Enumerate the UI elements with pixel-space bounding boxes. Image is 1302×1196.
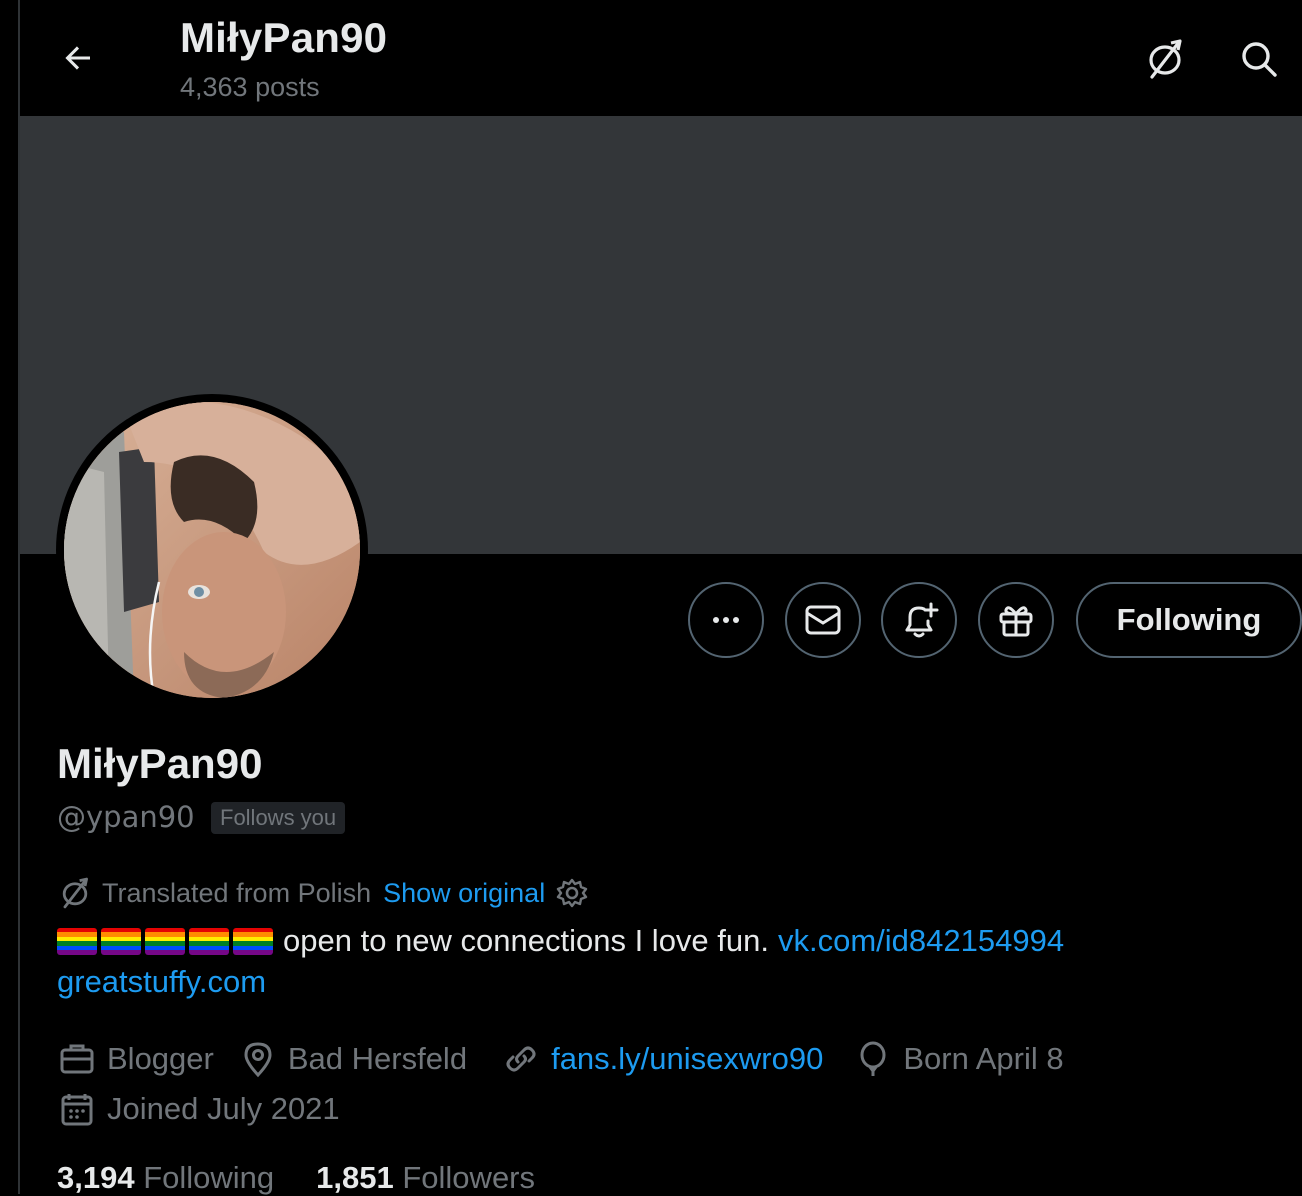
profile-page: MiłyPan90 4,363 posts Following MiłyPan9…	[20, 0, 1302, 1196]
translated-from-label: Translated from Polish	[102, 877, 372, 908]
bio: open to new connections I love fun. vk.c…	[57, 920, 1064, 962]
back-button[interactable]	[56, 36, 100, 80]
website-item: fans.ly/unisexwro90	[501, 1039, 823, 1079]
gear-icon	[557, 878, 588, 908]
bio-link-greatstuffy[interactable]: greatstuffy.com	[57, 964, 266, 999]
translation-settings-button[interactable]	[555, 876, 589, 910]
category-item: Blogger	[57, 1039, 214, 1079]
rainbow-flag-icon	[233, 927, 273, 955]
rainbow-flag-icon	[101, 927, 141, 955]
rainbow-flags	[57, 927, 273, 955]
calendar-icon	[57, 1089, 97, 1129]
message-icon	[805, 605, 841, 635]
following-stat[interactable]: 3,194 Following	[57, 1160, 274, 1196]
profile-meta: Blogger Bad Hersfeld fans.ly/unisexwro90	[57, 1036, 1088, 1082]
profile-header: MiłyPan90 4,363 posts	[20, 0, 1302, 116]
birthday-label: Born April 8	[903, 1041, 1064, 1076]
bio-text: open to new connections I love fun.	[283, 923, 769, 958]
bio-link-vk[interactable]: vk.com/id842154994	[778, 923, 1064, 959]
arrow-left-icon	[65, 46, 90, 70]
joined-row: Joined July 2021	[57, 1086, 364, 1132]
website-link[interactable]: fans.ly/unisexwro90	[551, 1041, 823, 1077]
joined-item: Joined July 2021	[57, 1089, 340, 1129]
translate-icon	[1149, 39, 1182, 79]
avatar-photo	[64, 402, 360, 698]
display-name: MiłyPan90	[57, 740, 263, 787]
translate-small-icon	[57, 875, 93, 911]
category-label: Blogger	[107, 1041, 214, 1076]
followers-label: Followers	[402, 1160, 536, 1195]
gift-icon	[999, 606, 1033, 637]
rainbow-flag-icon	[145, 927, 185, 955]
post-count: 4,363 posts	[180, 72, 320, 102]
link-icon	[501, 1039, 541, 1079]
location-item: Bad Hersfeld	[238, 1039, 467, 1079]
rainbow-flag-icon	[189, 927, 229, 955]
gift-button[interactable]	[978, 582, 1054, 658]
message-button[interactable]	[785, 582, 861, 658]
search-button[interactable]	[1234, 34, 1284, 84]
following-button[interactable]: Following	[1076, 582, 1302, 658]
show-original-link[interactable]: Show original	[383, 878, 545, 909]
bio-second-line: greatstuffy.com	[57, 964, 266, 1000]
avatar[interactable]	[64, 402, 360, 698]
notify-icon	[905, 602, 939, 638]
followers-count: 1,851	[316, 1160, 394, 1195]
user-handle: @ypan90	[57, 800, 195, 834]
header-title: MiłyPan90	[180, 14, 388, 61]
balloon-icon	[853, 1039, 893, 1079]
following-count: 3,194	[57, 1160, 135, 1195]
translation-note: Translated from Polish Show original	[57, 874, 589, 912]
briefcase-icon	[57, 1039, 97, 1079]
rainbow-flag-icon	[57, 927, 97, 955]
more-icon	[713, 617, 739, 623]
location-label: Bad Hersfeld	[287, 1041, 468, 1076]
birthday-item: Born April 8	[853, 1039, 1064, 1079]
search-icon	[1242, 42, 1277, 77]
following-label: Following	[143, 1160, 275, 1195]
location-pin-icon	[238, 1039, 278, 1079]
joined-label: Joined July 2021	[107, 1091, 340, 1126]
more-button[interactable]	[688, 582, 764, 658]
notify-button[interactable]	[881, 582, 957, 658]
avatar-frame	[56, 394, 368, 706]
translate-button[interactable]	[1140, 34, 1190, 84]
follows-you-badge: Follows you	[211, 802, 346, 834]
followers-stat[interactable]: 1,851 Followers	[316, 1160, 535, 1196]
follow-stats: 3,194 Following 1,851 Followers	[57, 1160, 577, 1196]
